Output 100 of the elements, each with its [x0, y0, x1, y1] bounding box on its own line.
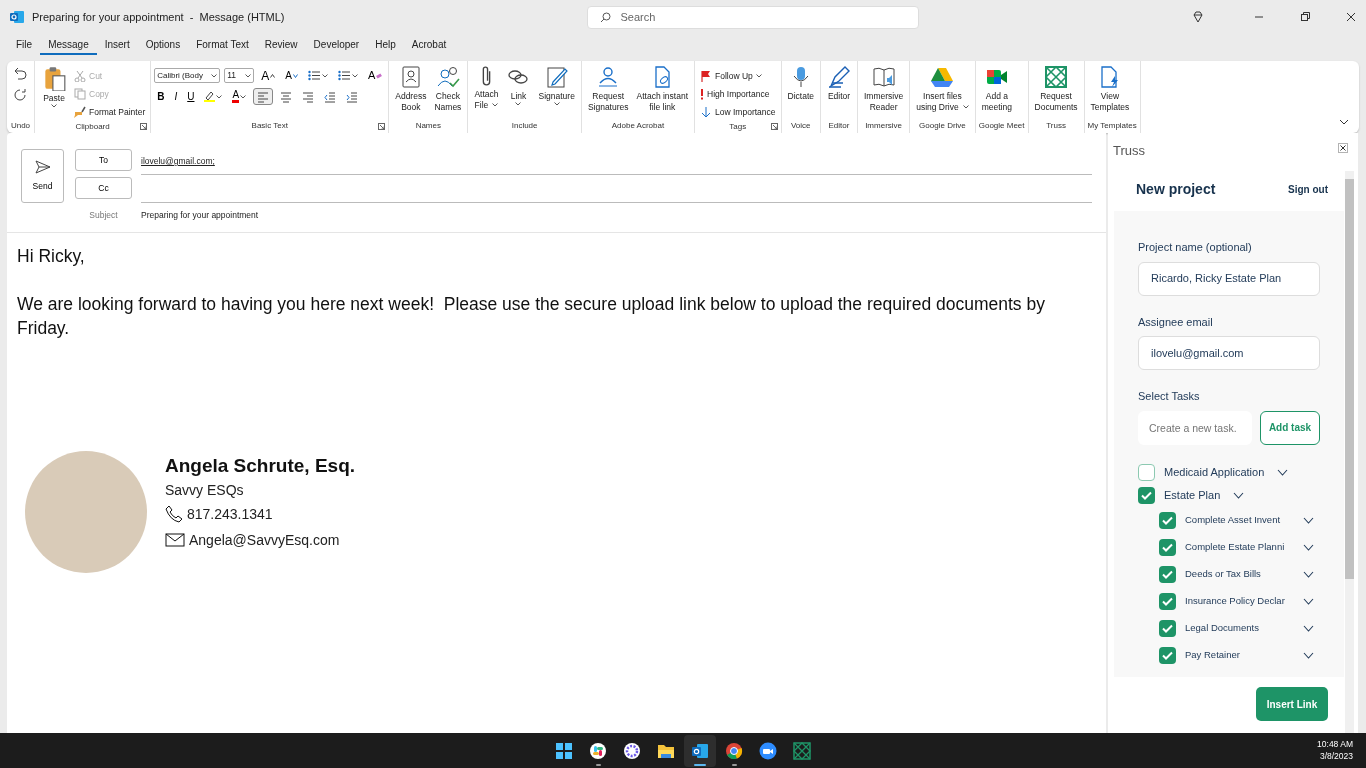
ribbon-button[interactable]: Follow Up: [698, 67, 778, 85]
task-label: Deeds or Tax Bills: [1185, 566, 1262, 581]
ribbon-button[interactable]: Immersive Reader: [861, 63, 907, 115]
checkbox[interactable]: [1138, 463, 1155, 481]
ribbon-button[interactable]: Attach File: [471, 63, 502, 113]
signature-email[interactable]: Angela@SavvyEsq.com: [189, 529, 340, 551]
font-field[interactable]: Calibri (Body: [154, 68, 221, 83]
italic-button[interactable]: I: [171, 88, 181, 105]
chevron-down-icon[interactable]: [1339, 119, 1349, 125]
dialog-launcher-icon[interactable]: [770, 123, 778, 130]
dialog-launcher-icon[interactable]: [378, 123, 386, 130]
ribbon-button[interactable]: Attach instant file link: [633, 63, 692, 115]
group-label: Immersive: [865, 120, 903, 132]
book-speaker-icon: [871, 65, 896, 89]
menu-tab[interactable]: Options: [137, 37, 189, 55]
chevron-down-icon[interactable]: [1303, 624, 1314, 632]
ribbon-button[interactable]: Format Painter: [72, 103, 148, 121]
to-button[interactable]: To: [75, 149, 132, 171]
add-task-button[interactable]: Add task: [1260, 410, 1320, 445]
ribbon-button[interactable]: Request Signatures: [584, 63, 632, 115]
chevron-down-icon[interactable]: [1233, 491, 1245, 499]
checkbox[interactable]: [1159, 619, 1176, 637]
ribbon-button[interactable]: Add a meeting: [978, 63, 1015, 115]
send-icon: [34, 159, 51, 174]
menu-tab[interactable]: Insert: [96, 37, 138, 55]
ribbon-button[interactable]: Dictate: [784, 63, 817, 104]
menu-tab[interactable]: Review: [256, 37, 306, 55]
grow-font-button[interactable]: A: [258, 67, 279, 84]
checkbox[interactable]: [1159, 646, 1176, 664]
menu-tab[interactable]: Acrobat: [403, 37, 455, 55]
ribbon-button[interactable]: Check Names: [431, 63, 465, 115]
copy-icon: [74, 88, 86, 100]
insert-link-button[interactable]: Insert Link: [1256, 687, 1328, 721]
subject-field[interactable]: Preparing for your appointment: [141, 209, 259, 222]
shrink-font-button[interactable]: A: [282, 67, 301, 84]
pen-paper-icon: [544, 65, 569, 89]
menu-tab[interactable]: File: [8, 37, 41, 55]
close-icon[interactable]: [1346, 12, 1356, 22]
group-label: Tags: [729, 121, 747, 133]
ribbon-button[interactable]: Signature: [535, 63, 578, 110]
video-app-icon: [759, 741, 777, 760]
cc-button[interactable]: Cc: [75, 177, 132, 199]
eraser-icon: [376, 72, 383, 79]
menu-tab[interactable]: Format Text: [188, 37, 257, 55]
restore-icon[interactable]: [1300, 12, 1310, 22]
chevron-down-icon[interactable]: [1303, 543, 1314, 551]
underline-button[interactable]: U: [184, 88, 198, 105]
ribbon-button[interactable]: Paste: [38, 63, 70, 112]
group-label: Undo: [10, 120, 31, 132]
group-label: Voice: [790, 120, 811, 132]
body-text: We are looking forward to having you here next week! Please use the secure upload link below to upload the required documents by Friday.: [17, 293, 1046, 340]
chevron-down-icon[interactable]: [1303, 651, 1314, 659]
triangle-logo-icon: [930, 65, 955, 89]
chevron-down-icon[interactable]: [1277, 468, 1289, 476]
ribbon-button[interactable]: Address Book: [392, 63, 430, 115]
redo-icon[interactable]: [14, 88, 27, 101]
recipient-chip[interactable]: ilovelu@gmail.com;: [141, 156, 215, 166]
send-button[interactable]: Send: [21, 149, 64, 203]
search-field[interactable]: Search: [586, 5, 919, 29]
pane-title: Truss: [1113, 142, 1146, 160]
caret-icon: [962, 104, 969, 109]
font-color-button[interactable]: A: [229, 88, 250, 105]
checkbox[interactable]: [1159, 592, 1176, 610]
caret-icon: [240, 94, 247, 99]
chevron-down-icon[interactable]: [1303, 516, 1314, 524]
sign-out-link[interactable]: Sign out: [1288, 181, 1328, 197]
checkbox[interactable]: [1159, 565, 1176, 583]
chevron-down-icon[interactable]: [1303, 570, 1314, 578]
dialog-launcher-icon[interactable]: [140, 123, 148, 130]
menu-tab[interactable]: Help: [367, 37, 404, 55]
close-icon[interactable]: [1338, 143, 1348, 153]
assignee-email-field[interactable]: ilovelu@gmail.com: [1138, 336, 1320, 370]
group-label: Include: [511, 120, 538, 132]
undo-icon[interactable]: [14, 67, 27, 80]
checkbox[interactable]: [1159, 511, 1176, 529]
ribbon-button[interactable]: Low Importance: [698, 103, 778, 121]
ribbon-button[interactable]: Editor: [824, 63, 854, 104]
scrollbar[interactable]: [1345, 171, 1354, 735]
group-label: Editor: [828, 120, 850, 132]
group-label: Names: [415, 120, 441, 132]
caret-icon: [553, 102, 560, 106]
ribbon-button[interactable]: View Templates: [1087, 63, 1133, 115]
group-label: Truss: [1046, 120, 1066, 132]
checkbox[interactable]: [1159, 538, 1176, 556]
bold-button[interactable]: B: [154, 88, 168, 105]
chevron-down-icon[interactable]: [1303, 597, 1314, 605]
ribbon-button[interactable]: Insert files using Drive: [913, 63, 972, 115]
project-name-field[interactable]: Ricardo, Ricky Estate Plan: [1138, 261, 1320, 296]
checkbox[interactable]: [1138, 486, 1155, 504]
ribbon-button[interactable]: High Importance: [698, 85, 778, 103]
font-size-field[interactable]: 11: [224, 68, 255, 83]
ribbon-button[interactable]: Link: [503, 63, 534, 110]
ribbon-button[interactable]: Request Documents: [1031, 63, 1081, 115]
caret-icon: [211, 73, 218, 78]
menu-tab[interactable]: Developer: [305, 37, 368, 55]
align-button[interactable]: [253, 88, 274, 105]
clear-formatting-button[interactable]: A: [364, 67, 386, 84]
taskbar-app[interactable]: [684, 734, 716, 767]
new-task-field[interactable]: Create a new task.: [1138, 410, 1252, 445]
menu-tab[interactable]: Message: [40, 37, 97, 55]
